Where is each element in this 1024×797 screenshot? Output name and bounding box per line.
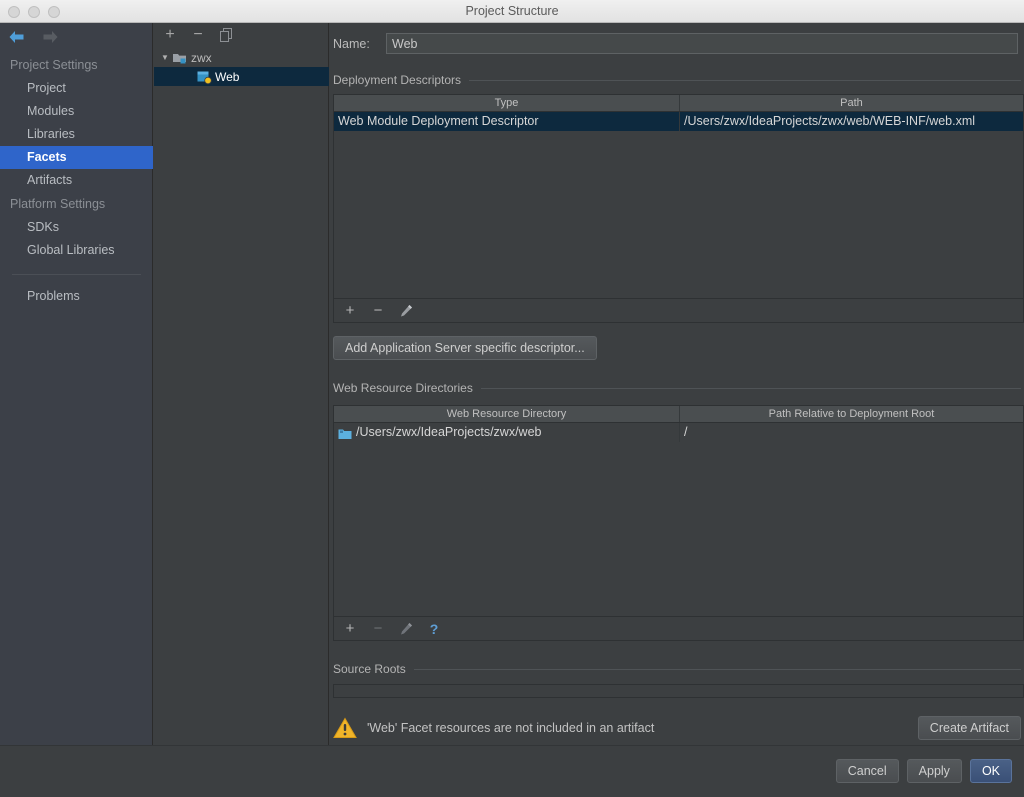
table-header-row: Web Resource Directory Path Relative to … xyxy=(334,406,1023,423)
tree-node-zwx[interactable]: ▼ zwx xyxy=(154,48,329,67)
dialog-action-buttons: Cancel Apply OK xyxy=(835,759,1012,783)
sidebar-group-project-settings: Project Settings xyxy=(10,58,98,72)
warning-triangle-icon xyxy=(333,717,357,739)
section-rule xyxy=(413,668,1021,670)
web-resource-directories-toolbar: + − ? xyxy=(333,617,1024,641)
remove-facet-button[interactable]: − xyxy=(190,27,206,43)
deployment-descriptors-section-header: Deployment Descriptors xyxy=(333,73,1021,87)
sidebar-group-platform-settings: Platform Settings xyxy=(10,197,106,211)
section-rule xyxy=(469,79,1021,81)
source-roots-section-header: Source Roots xyxy=(333,662,1021,676)
remove-web-resource-button[interactable]: − xyxy=(370,621,386,637)
artifact-warning-bar: 'Web' Facet resources are not included i… xyxy=(333,708,1021,748)
cell-type: Web Module Deployment Descriptor xyxy=(334,112,680,131)
sidebar-item-modules[interactable]: Modules xyxy=(0,100,153,123)
dialog-footer: http://blog.csdn.net/weixin_38410429 Can… xyxy=(0,745,1024,797)
facet-detail-panel: Name: Deployment Descriptors Type Path W… xyxy=(330,23,1024,745)
cell-relative-path: / xyxy=(684,425,688,439)
web-facet-icon xyxy=(196,69,212,85)
sidebar-item-sdks[interactable]: SDKs xyxy=(0,216,153,239)
web-resource-directories-section-header: Web Resource Directories xyxy=(333,381,1021,395)
create-artifact-button[interactable]: Create Artifact xyxy=(917,716,1021,740)
sidebar-item-facets[interactable]: Facets xyxy=(0,146,153,169)
window-titlebar: Project Structure xyxy=(0,0,1024,23)
window-title: Project Structure xyxy=(465,4,559,18)
add-web-resource-button[interactable]: + xyxy=(342,621,358,637)
tree-node-label: Web xyxy=(215,69,240,84)
deployment-descriptors-toolbar: + − xyxy=(333,299,1024,323)
table-row[interactable]: Web Module Deployment Descriptor /Users/… xyxy=(334,112,1023,131)
sidebar-item-global-libraries[interactable]: Global Libraries xyxy=(0,239,153,262)
name-label: Name: xyxy=(333,36,370,51)
sidebar-list: Project Settings Project Modules Librari… xyxy=(0,53,153,308)
source-roots-table[interactable] xyxy=(333,684,1024,698)
edit-descriptor-button[interactable] xyxy=(398,303,414,319)
sidebar-item-project[interactable]: Project xyxy=(0,77,153,100)
tree-node-label: zwx xyxy=(191,50,212,65)
add-application-server-descriptor-button[interactable]: Add Application Server specific descript… xyxy=(333,336,597,360)
facet-tree-panel: + − ▼ zwx Web xyxy=(154,23,329,745)
sidebar-item-problems[interactable]: Problems xyxy=(0,285,153,308)
facet-name-input[interactable] xyxy=(386,33,1018,54)
expand-triangle-icon[interactable]: ▼ xyxy=(158,53,172,62)
edit-web-resource-button[interactable] xyxy=(398,621,414,637)
sidebar-item-libraries[interactable]: Libraries xyxy=(0,123,153,146)
table-header-row: Type Path xyxy=(334,95,1023,112)
section-label: Source Roots xyxy=(333,662,406,676)
column-header-type[interactable]: Type xyxy=(334,95,680,111)
cancel-button[interactable]: Cancel xyxy=(835,759,899,783)
column-header-web-resource-directory[interactable]: Web Resource Directory xyxy=(334,406,680,422)
apply-button[interactable]: Apply xyxy=(906,759,962,783)
sidebar-divider xyxy=(12,274,141,275)
section-rule xyxy=(480,387,1021,389)
facet-tree: ▼ zwx Web xyxy=(154,48,329,86)
artifact-warning-text: 'Web' Facet resources are not included i… xyxy=(367,721,655,735)
tree-node-web[interactable]: Web xyxy=(154,67,329,86)
add-descriptor-button[interactable]: + xyxy=(342,303,358,319)
facet-tree-toolbar: + − xyxy=(154,23,329,47)
settings-sidebar: Project Settings Project Modules Librari… xyxy=(0,23,153,745)
forward-arrow-icon[interactable] xyxy=(40,27,60,47)
deployment-descriptors-table[interactable]: Type Path Web Module Deployment Descript… xyxy=(333,94,1024,299)
column-header-path[interactable]: Path xyxy=(680,95,1023,111)
ok-button[interactable]: OK xyxy=(969,759,1012,783)
sidebar-nav-arrows xyxy=(6,27,60,47)
remove-descriptor-button[interactable]: − xyxy=(370,303,386,319)
sidebar-item-artifacts[interactable]: Artifacts xyxy=(0,169,153,192)
section-label: Deployment Descriptors xyxy=(333,73,462,87)
web-resource-directories-table[interactable]: Web Resource Directory Path Relative to … xyxy=(333,405,1024,617)
cell-text: /Users/zwx/IdeaProjects/zwx/web xyxy=(356,425,542,439)
section-label: Web Resource Directories xyxy=(333,381,473,395)
project-structure-dialog: Project Structure Project Settings Proje… xyxy=(0,0,1024,797)
add-facet-button[interactable]: + xyxy=(162,27,178,43)
cell-path: /Users/zwx/IdeaProjects/zwx/web/WEB-INF/… xyxy=(684,114,976,128)
folder-icon xyxy=(338,427,352,439)
module-folder-icon xyxy=(172,50,188,66)
back-arrow-icon[interactable] xyxy=(6,27,26,47)
cell-web-resource-directory: /Users/zwx/IdeaProjects/zwx/web xyxy=(334,423,680,442)
web-resource-help-button[interactable]: ? xyxy=(426,621,442,637)
column-header-relative-path[interactable]: Path Relative to Deployment Root xyxy=(680,406,1023,422)
copy-facet-button[interactable] xyxy=(218,27,234,43)
table-row[interactable]: /Users/zwx/IdeaProjects/zwx/web / xyxy=(334,423,1023,442)
facet-name-row: Name: xyxy=(333,33,1018,54)
